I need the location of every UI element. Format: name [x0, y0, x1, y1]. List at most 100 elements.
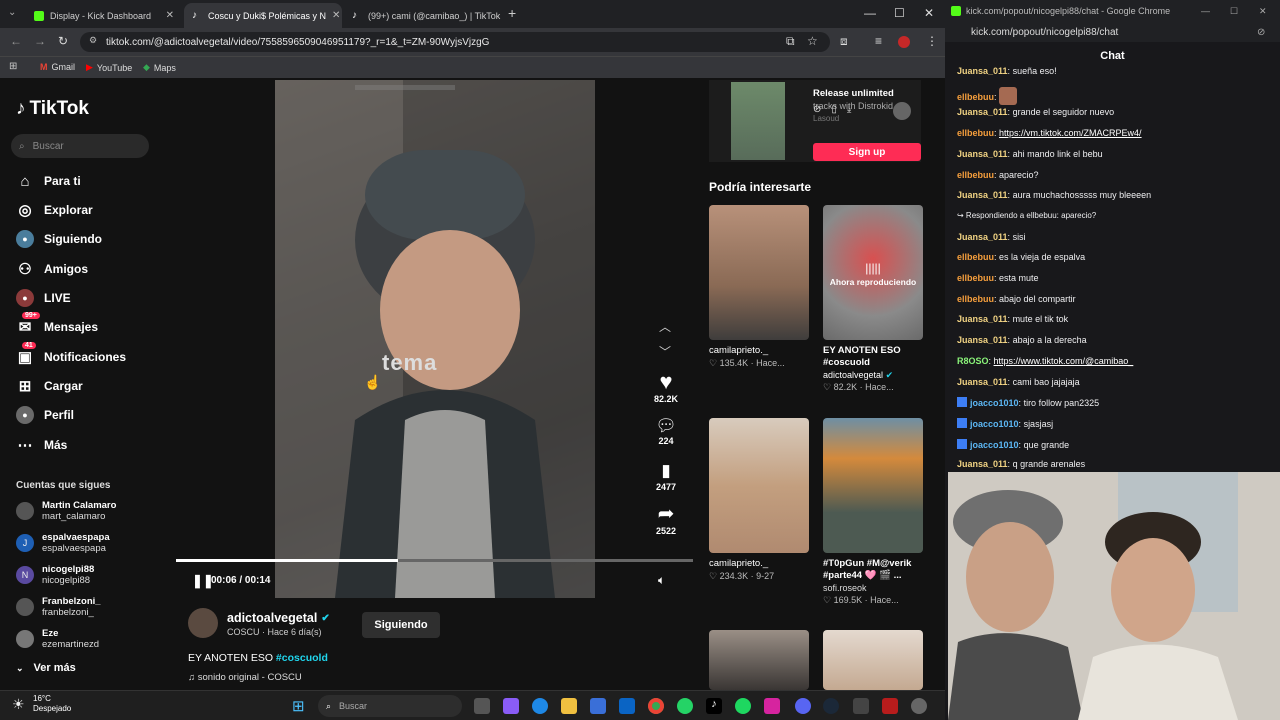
- eye-off-icon[interactable]: ⊘: [1257, 27, 1265, 38]
- chat-username[interactable]: Juansa_011: [957, 314, 1008, 324]
- minimize-icon[interactable]: —: [1201, 6, 1210, 16]
- copy-icon[interactable]: ▯: [831, 104, 837, 115]
- comment-action[interactable]: 💬︎ 224: [648, 416, 684, 446]
- download-icon[interactable]: ⤓: [847, 104, 851, 115]
- obs-icon[interactable]: [911, 698, 927, 714]
- bookmark-youtube[interactable]: ▶ YouTube: [86, 62, 132, 73]
- nav-mas[interactable]: ⋯ Más: [16, 436, 68, 454]
- recommended-video-thumbnail[interactable]: [709, 630, 809, 690]
- chat-username[interactable]: ellbebuu: [957, 273, 994, 283]
- task-view-icon[interactable]: [474, 698, 490, 714]
- following-account[interactable]: Nnicogelpi88 nicogelpi88: [16, 564, 94, 586]
- epic-games-icon[interactable]: [853, 698, 869, 714]
- following-account[interactable]: Franbelzoni_ franbelzoni_: [16, 596, 101, 618]
- chat-username[interactable]: joacco1010: [970, 419, 1019, 429]
- maximize-icon[interactable]: ☐: [894, 6, 905, 20]
- nav-explorar[interactable]: ◎ Explorar: [16, 201, 92, 219]
- recommended-video-thumbnail[interactable]: [823, 630, 923, 690]
- new-tab-icon[interactable]: +: [508, 5, 516, 21]
- author-avatar[interactable]: [188, 608, 218, 638]
- chat-username[interactable]: ellbebuu: [957, 294, 994, 304]
- file-explorer-icon[interactable]: [561, 698, 577, 714]
- recommended-video-card[interactable]: camilaprieto._ ♡ 234.3K · 9-27: [709, 418, 809, 582]
- author-handle[interactable]: adictoalvegetal ✔: [227, 611, 330, 625]
- close-window-icon[interactable]: ✕: [924, 6, 934, 20]
- steam-icon[interactable]: [823, 698, 839, 714]
- save-action[interactable]: ▮ 2477: [648, 460, 684, 492]
- profile-avatar-icon[interactable]: [898, 36, 910, 48]
- following-account[interactable]: Jespalvaespapa espalvaespapa: [16, 532, 110, 554]
- chat-messages[interactable]: Juansa_011: sueña eso! ellbebuu: Juansa_0…: [945, 62, 1280, 472]
- tiktok-logo[interactable]: ♪ TikTok: [16, 98, 89, 120]
- chat-link[interactable]: https://vm.tiktok.com/ZMACRPEw4/: [999, 128, 1142, 138]
- chevron-up-icon[interactable]: ︿: [659, 318, 671, 335]
- media-control-icon[interactable]: ≡: [875, 34, 882, 48]
- chat-username[interactable]: Juansa_011: [957, 149, 1008, 159]
- chat-username[interactable]: Juansa_011: [957, 377, 1008, 387]
- store-icon[interactable]: [590, 698, 606, 714]
- chat-link[interactable]: https://www.tiktok.com/@camibao_: [994, 356, 1134, 366]
- tab-search-icon[interactable]: ⌄: [8, 7, 16, 18]
- nav-live[interactable]: ● LIVE: [16, 289, 71, 307]
- chat-username[interactable]: ellbebuu: [957, 128, 994, 138]
- bookmark-maps[interactable]: ◆ Maps: [143, 62, 176, 73]
- following-account[interactable]: Martin Calamaro mart_calamaro: [16, 500, 116, 522]
- edge-icon[interactable]: [532, 698, 548, 714]
- link-icon[interactable]: ⊘: [813, 104, 821, 115]
- weather-icon[interactable]: ☀: [12, 696, 25, 713]
- chevron-down-icon[interactable]: ﹀: [659, 343, 671, 360]
- signup-button[interactable]: Sign up: [813, 143, 921, 161]
- instagram-icon[interactable]: [764, 698, 780, 714]
- following-button[interactable]: Siguiendo: [362, 612, 440, 638]
- share-action[interactable]: ➦ 2522: [648, 502, 684, 536]
- chat-url-bar[interactable]: kick.com/popout/nicogelpi88/chat ⊘: [945, 22, 1280, 42]
- video-player[interactable]: [275, 80, 595, 598]
- recommended-video-card-playing[interactable]: ||||| Ahora reproduciendo EY ANOTEN ESO …: [823, 205, 923, 393]
- windows-start-icon[interactable]: ⊞: [292, 697, 305, 715]
- chat-username[interactable]: Juansa_011: [957, 335, 1008, 345]
- chat-username[interactable]: ellbebuu: [957, 92, 994, 102]
- app-icon[interactable]: [882, 698, 898, 714]
- copilot-icon[interactable]: [503, 698, 519, 714]
- spotify-icon[interactable]: [735, 698, 751, 714]
- volume-icon[interactable]: 🔈︎: [658, 573, 665, 588]
- reload-icon[interactable]: ↻: [58, 34, 68, 48]
- cast-icon[interactable]: ⧉: [786, 34, 795, 49]
- whatsapp-icon[interactable]: [677, 698, 693, 714]
- chat-username[interactable]: Juansa_011: [957, 107, 1008, 117]
- nav-siguiendo[interactable]: ● Siguiendo: [16, 230, 102, 248]
- nav-notificaciones[interactable]: ▣ 41 Notificaciones: [16, 342, 126, 366]
- close-window-icon[interactable]: ✕: [1259, 6, 1267, 17]
- nav-mensajes[interactable]: ✉ 99+ Mensajes: [16, 312, 98, 336]
- discord-icon[interactable]: [795, 698, 811, 714]
- chat-username[interactable]: Juansa_011: [957, 459, 1008, 469]
- tab-tiktok-video[interactable]: ♪ Coscu y Duki$ Polémicas y N ✕: [184, 3, 342, 28]
- site-info-icon[interactable]: ⚙: [89, 35, 97, 46]
- chat-username[interactable]: joacco1010: [970, 440, 1019, 450]
- search-input[interactable]: ⌕ Buscar: [11, 134, 149, 158]
- chat-username[interactable]: joacco1010: [970, 398, 1019, 408]
- nav-cargar[interactable]: ⊞ Cargar: [16, 377, 83, 395]
- bookmark-star-icon[interactable]: ☆: [807, 34, 818, 48]
- close-tab-icon[interactable]: ✕: [166, 10, 174, 21]
- close-tab-icon[interactable]: ✕: [332, 10, 340, 21]
- tiktok-app-icon[interactable]: ♪: [706, 698, 722, 714]
- chat-username[interactable]: ellbebuu: [957, 252, 994, 262]
- weather-widget[interactable]: 16°C Despejado: [33, 694, 71, 714]
- nav-amigos[interactable]: ⚇ Amigos: [16, 260, 88, 278]
- extensions-icon[interactable]: ⧈: [840, 34, 848, 49]
- taskbar-search[interactable]: ⌕ Buscar: [318, 695, 462, 717]
- sound-info[interactable]: ♫ sonido original - COSCU: [188, 672, 302, 683]
- see-more-link[interactable]: ⌄ Ver más: [16, 662, 76, 674]
- following-account[interactable]: Eze ezemartinezd: [16, 628, 99, 650]
- bookmark-gmail[interactable]: M Gmail: [40, 62, 75, 72]
- chat-username[interactable]: R8OSO: [957, 356, 989, 366]
- nav-para-ti[interactable]: ⌂ Para ti: [16, 172, 80, 190]
- apps-grid-icon[interactable]: ⊞: [9, 61, 17, 72]
- chat-username[interactable]: Juansa_011: [957, 66, 1008, 76]
- tab-tiktok-profile[interactable]: ♪ (99+) cami (@camibao_) | TikTok ✕: [344, 3, 502, 28]
- chat-username[interactable]: Juansa_011: [957, 190, 1008, 200]
- back-icon[interactable]: ←: [10, 34, 22, 48]
- chrome-menu-icon[interactable]: ⋮: [926, 34, 938, 48]
- minimize-icon[interactable]: —: [864, 6, 876, 20]
